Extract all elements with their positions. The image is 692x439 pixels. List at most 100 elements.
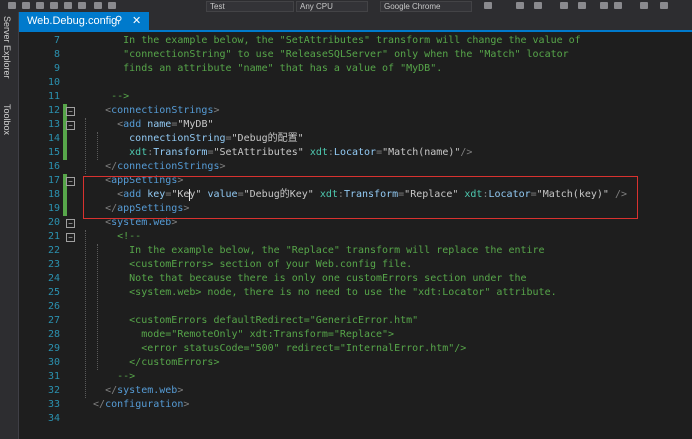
code-line[interactable]: -->	[81, 90, 129, 104]
bookmark-next-icon[interactable]	[640, 2, 648, 9]
server-explorer-tab[interactable]: Server Explorer	[2, 16, 12, 79]
code-token: <customErrors> section of your Web.confi…	[81, 259, 413, 270]
code-token: <	[81, 119, 124, 130]
code-line[interactable]: -->	[81, 370, 135, 384]
code-editor[interactable]: 7 8 9 10 11 12 13 14 15 16 17 18 19 20 21 22 23 24 25 26 27 2…	[19, 32, 692, 439]
redo-icon[interactable]	[108, 2, 116, 9]
line-number: 18	[47, 189, 60, 200]
start-debug-icon[interactable]	[516, 2, 524, 9]
pin-icon[interactable]: ⚲	[115, 12, 122, 30]
code-line[interactable]: </system.web>	[81, 384, 183, 398]
line-number: 33	[47, 399, 60, 410]
code-token: "connectionString" to use "ReleaseSQLSer…	[81, 49, 569, 60]
code-line[interactable]: <customErrors> section of your Web.confi…	[81, 258, 412, 272]
line-number: 25	[47, 287, 60, 298]
code-token: mode="RemoteOnly" xdt:Transform="Replace…	[81, 329, 395, 340]
code-line[interactable]: </customErrors>	[81, 356, 219, 370]
line-number: 12	[47, 105, 60, 116]
document-tab-strip: Web.Debug.config ⚲ ✕	[19, 12, 692, 32]
solution-configuration-select[interactable]: Test	[206, 1, 294, 12]
code-token: -->	[81, 371, 136, 382]
fold-toggle-icon[interactable]: −	[66, 233, 75, 242]
code-line[interactable]: finds an attribute "name" that has a val…	[81, 62, 442, 76]
line-number: 20	[47, 217, 60, 228]
fold-toggle-icon[interactable]: −	[66, 177, 75, 186]
indent-guide	[85, 118, 87, 174]
code-line[interactable]: </configuration>	[81, 398, 189, 412]
line-number: 13	[47, 119, 60, 130]
tab-web-debug-config[interactable]: Web.Debug.config ⚲ ✕	[19, 12, 149, 30]
browser-link-icon[interactable]	[560, 2, 568, 9]
code-line[interactable]: connectionString="Debug的配置"	[81, 132, 304, 146]
code-token: name	[141, 119, 172, 130]
fold-toggle-icon[interactable]: −	[66, 107, 75, 116]
line-number: 22	[47, 245, 60, 256]
code-token: -->	[81, 91, 130, 102]
code-line[interactable]: <connectionStrings>	[81, 104, 219, 118]
code-line[interactable]: </connectionStrings>	[81, 160, 225, 174]
toolbox-tab[interactable]: Toolbox	[2, 104, 12, 135]
code-token: <error statusCode="500" redirect="Intern…	[81, 343, 467, 354]
code-line[interactable]: <error statusCode="500" redirect="Intern…	[81, 342, 466, 356]
code-token: Note that because there is only one cust…	[81, 273, 527, 284]
code-token: connectionString	[81, 133, 226, 144]
line-number: 30	[47, 357, 60, 368]
code-line[interactable]: <!--	[81, 230, 141, 244]
new-item-icon[interactable]	[36, 2, 44, 9]
line-number: 10	[47, 77, 60, 88]
code-line[interactable]: <customErrors defaultRedirect="GenericEr…	[81, 314, 418, 328]
code-line[interactable]: mode="RemoteOnly" xdt:Transform="Replace…	[81, 328, 394, 342]
comment-icon[interactable]	[614, 2, 622, 9]
code-line[interactable]: In the example below, the "SetAttributes…	[81, 34, 581, 48]
close-icon[interactable]: ✕	[132, 12, 141, 30]
line-number: 28	[47, 329, 60, 340]
code-token: xdt	[303, 147, 328, 158]
undo-icon[interactable]	[94, 2, 102, 9]
fold-toggle-icon[interactable]: −	[66, 121, 75, 130]
highlight-box	[83, 176, 638, 219]
code-line[interactable]: xdt:Transform="SetAttributes" xdt:Locato…	[81, 146, 472, 160]
code-token: </customErrors>	[81, 357, 220, 368]
code-token: finds an attribute "name" that has a val…	[81, 63, 443, 74]
back-icon[interactable]	[8, 2, 16, 9]
bookmark-prev-icon[interactable]	[660, 2, 668, 9]
line-number: 9	[53, 63, 60, 74]
code-token: Transform	[153, 147, 208, 158]
line-number: 7	[53, 35, 60, 46]
step-icon[interactable]	[534, 2, 542, 9]
layout-icon[interactable]	[600, 2, 608, 9]
bookmark-icon[interactable]	[578, 2, 586, 9]
code-token: <customErrors defaultRedirect="GenericEr…	[81, 315, 419, 326]
side-panel-strip: Server Explorer Toolbox	[0, 12, 19, 439]
code-line[interactable]: <add name="MyDB"	[81, 118, 213, 132]
code-token: "SetAttributes"	[213, 147, 304, 158]
code-token: In the example below, the "SetAttributes…	[81, 35, 581, 46]
solution-platform-select[interactable]: Any CPU	[296, 1, 368, 12]
forward-icon[interactable]	[22, 2, 30, 9]
line-number: 26	[47, 301, 60, 312]
line-number: 29	[47, 343, 60, 354]
line-number: 15	[47, 147, 60, 158]
code-token: xdt	[81, 147, 148, 158]
line-number: 34	[47, 413, 60, 424]
code-line[interactable]: <system.web> node, there is no need to u…	[81, 286, 556, 300]
code-token: In the example below, the "Replace" tran…	[81, 245, 545, 256]
code-area[interactable]: In the example below, the "SetAttributes…	[81, 32, 687, 439]
code-line[interactable]: "connectionString" to use "ReleaseSQLSer…	[81, 48, 569, 62]
save-all-icon[interactable]	[78, 2, 86, 9]
fold-toggle-icon[interactable]: −	[66, 219, 75, 228]
code-line[interactable]: In the example below, the "Replace" tran…	[81, 244, 545, 258]
indent-guide	[85, 230, 87, 398]
open-file-icon[interactable]	[50, 2, 58, 9]
browser-select[interactable]: Google Chrome	[380, 1, 472, 12]
line-number: 24	[47, 273, 60, 284]
code-line[interactable]: Note that because there is only one cust…	[81, 272, 527, 286]
line-number: 16	[47, 161, 60, 172]
code-token: <!--	[81, 231, 142, 242]
tab-title: Web.Debug.config	[27, 15, 118, 27]
code-token: connectionStrings	[117, 161, 220, 172]
save-icon[interactable]	[64, 2, 72, 9]
code-token: "Debug的配置"	[231, 133, 304, 144]
line-number: 11	[47, 91, 60, 102]
refresh-icon[interactable]	[484, 2, 492, 9]
